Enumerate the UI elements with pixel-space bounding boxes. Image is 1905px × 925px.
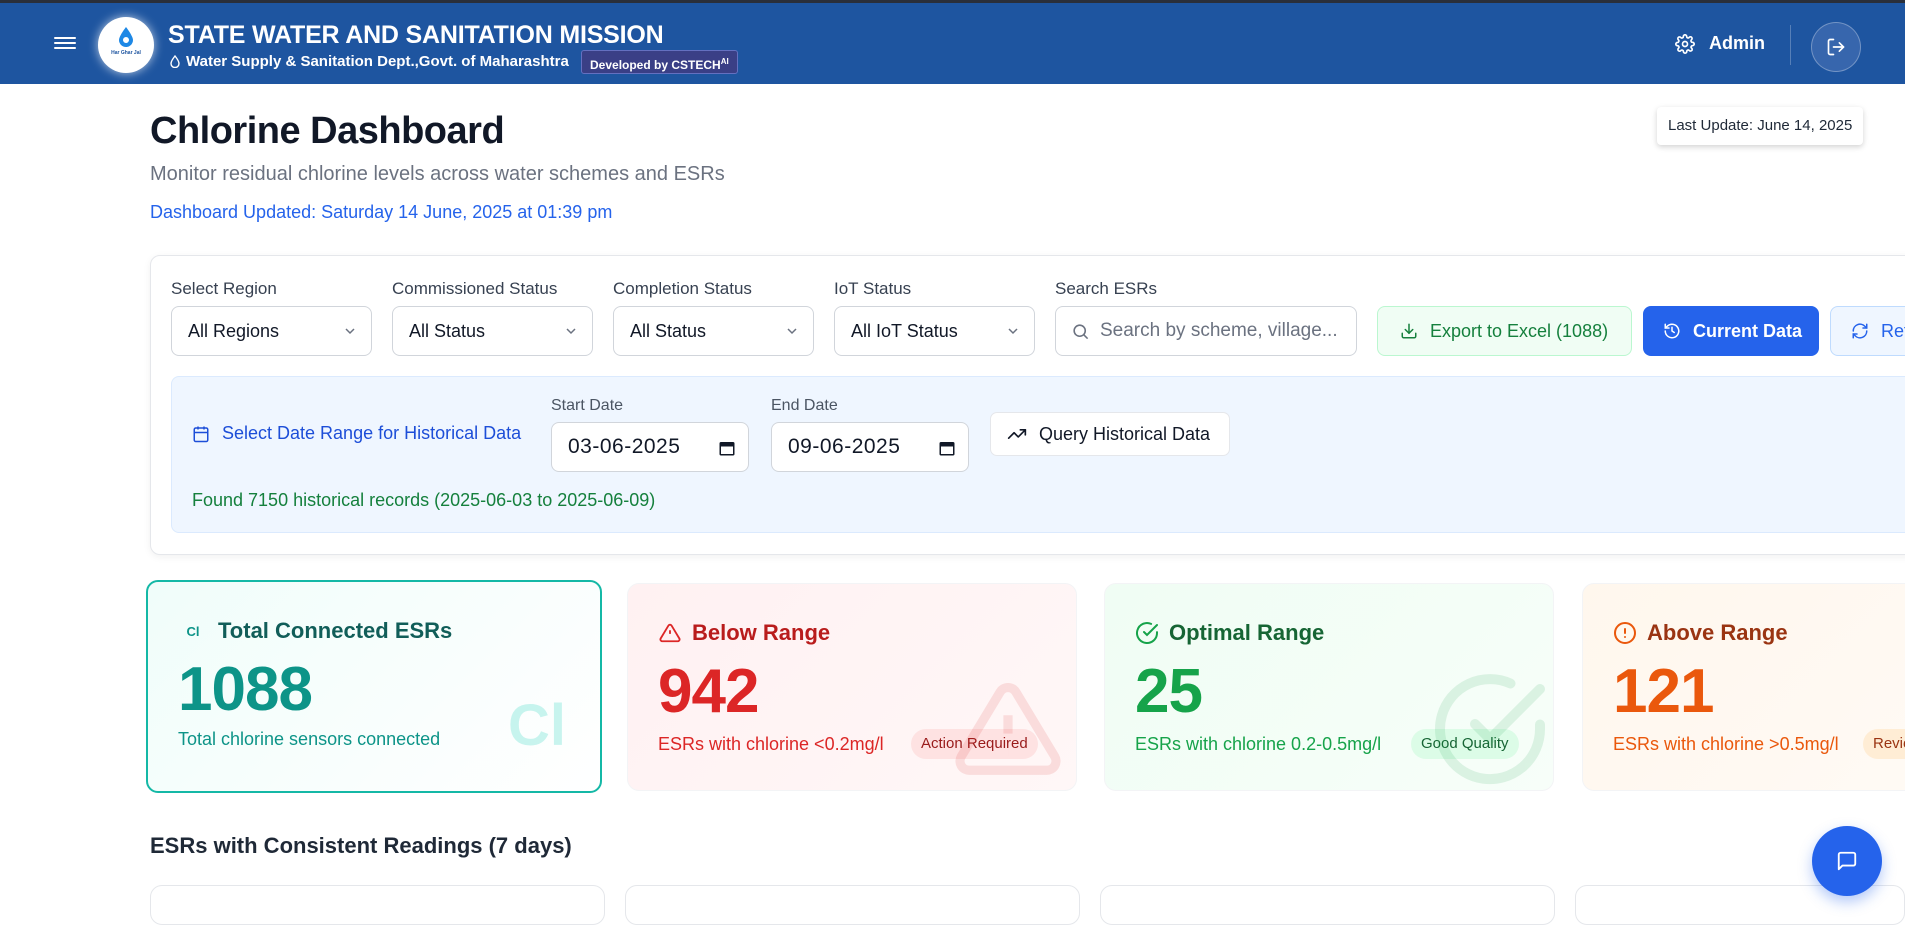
page-title: Chlorine Dashboard xyxy=(150,110,505,152)
trending-up-icon xyxy=(1007,429,1027,439)
chevron-down-icon xyxy=(1008,328,1018,335)
chat-button[interactable] xyxy=(1812,826,1882,896)
chevron-down-icon xyxy=(787,328,797,335)
chevron-down-icon xyxy=(345,328,355,335)
optimal-range-card[interactable]: Optimal Range 25 ESRs with chlorine 0.2-… xyxy=(1104,583,1554,791)
start-date-input[interactable]: 03-06-2025 xyxy=(551,422,749,472)
completion-label: Completion Status xyxy=(613,279,752,298)
water-drop-icon xyxy=(170,55,180,68)
current-data-button[interactable]: Current Data xyxy=(1643,306,1819,356)
completion-select[interactable]: All Status xyxy=(613,306,814,356)
developer-badge: Developed by CSTECHAI xyxy=(581,50,738,74)
total-esrs-card[interactable]: Cl Total Connected ESRs 1088 Total chlor… xyxy=(146,580,602,793)
logout-icon xyxy=(1827,38,1845,56)
app-title: STATE WATER AND SANITATION MISSION xyxy=(168,21,664,49)
card-value: 1088 xyxy=(178,655,313,724)
esr-card[interactable] xyxy=(625,885,1080,925)
chlorine-watermark-icon: Cl xyxy=(508,693,566,758)
export-excel-button[interactable]: Export to Excel (1088) xyxy=(1377,306,1632,356)
region-label: Select Region xyxy=(171,279,277,298)
download-icon xyxy=(1401,323,1417,339)
historical-range-label: Select Date Range for Historical Data xyxy=(192,423,521,444)
chlorine-icon: Cl xyxy=(186,623,200,639)
chat-icon xyxy=(1837,851,1857,871)
card-description: Total chlorine sensors connected xyxy=(178,729,441,749)
below-range-card[interactable]: Below Range 942 ESRs with chlorine <0.2m… xyxy=(627,583,1077,791)
calendar-icon[interactable] xyxy=(938,439,956,457)
check-circle-watermark-icon xyxy=(1435,674,1545,785)
app-subtitle: Water Supply & Sanitation Dept.,Govt. of… xyxy=(170,53,569,70)
card-title: Optimal Range xyxy=(1169,620,1325,645)
refresh-button[interactable]: Refresh xyxy=(1830,306,1905,356)
card-title: Above Range xyxy=(1647,620,1788,645)
region-select[interactable]: All Regions xyxy=(171,306,372,356)
chevron-down-icon xyxy=(566,328,576,335)
search-box xyxy=(1055,306,1357,356)
page-subtitle: Monitor residual chlorine levels across … xyxy=(150,163,725,185)
esr-card[interactable] xyxy=(150,885,605,925)
historical-found-text: Found 7150 historical records (2025-06-0… xyxy=(192,490,656,510)
card-title: Total Connected ESRs xyxy=(218,618,453,643)
search-input[interactable] xyxy=(1100,307,1350,355)
query-historical-button[interactable]: Query Historical Data xyxy=(990,412,1230,456)
gear-icon xyxy=(1675,33,1695,54)
end-date-input[interactable]: 09-06-2025 xyxy=(771,422,969,472)
admin-label: Admin xyxy=(1709,33,1765,53)
card-title: Below Range xyxy=(692,620,831,645)
start-date-label: Start Date xyxy=(551,397,624,414)
logout-button[interactable] xyxy=(1811,22,1861,72)
alert-triangle-watermark-icon xyxy=(955,682,1061,775)
alert-circle-icon xyxy=(1614,622,1636,644)
calendar-icon[interactable] xyxy=(718,439,736,457)
search-icon xyxy=(1073,324,1089,340)
card-description: ESRs with chlorine <0.2mg/l xyxy=(658,734,884,754)
alert-triangle-icon xyxy=(659,623,681,643)
search-label: Search ESRs xyxy=(1055,279,1158,298)
iot-select[interactable]: All IoT Status xyxy=(834,306,1035,356)
admin-menu[interactable]: Admin xyxy=(1675,33,1765,54)
dashboard-updated-text: Dashboard Updated: Saturday 14 June, 202… xyxy=(150,202,613,222)
card-value: 25 xyxy=(1135,657,1203,726)
card-description: ESRs with chlorine 0.2-0.5mg/l xyxy=(1135,734,1382,754)
iot-label: IoT Status xyxy=(834,279,912,298)
menu-icon[interactable] xyxy=(54,34,76,52)
esr-card[interactable] xyxy=(1100,885,1555,925)
header-divider xyxy=(1790,25,1791,65)
end-date-label: End Date xyxy=(771,397,838,414)
top-header: Har Ghar Jal STATE WATER AND SANITATION … xyxy=(0,0,1905,84)
review-badge: Review xyxy=(1863,729,1905,759)
calendar-icon xyxy=(193,426,209,442)
commissioned-label: Commissioned Status xyxy=(392,279,558,298)
history-icon xyxy=(1664,323,1680,339)
above-range-card[interactable]: Above Range 121 ESRs with chlorine >0.5m… xyxy=(1582,583,1905,791)
card-value: 942 xyxy=(658,657,759,726)
check-circle-icon xyxy=(1136,622,1158,645)
commissioned-select[interactable]: All Status xyxy=(392,306,593,356)
last-update-badge: Last Update: June 14, 2025 xyxy=(1657,107,1864,145)
mission-logo: Har Ghar Jal xyxy=(98,17,154,73)
card-value: 121 xyxy=(1613,657,1714,726)
consistent-readings-title: ESRs with Consistent Readings (7 days) xyxy=(150,833,572,858)
refresh-icon xyxy=(1852,323,1868,339)
card-description: ESRs with chlorine >0.5mg/l xyxy=(1613,734,1839,754)
